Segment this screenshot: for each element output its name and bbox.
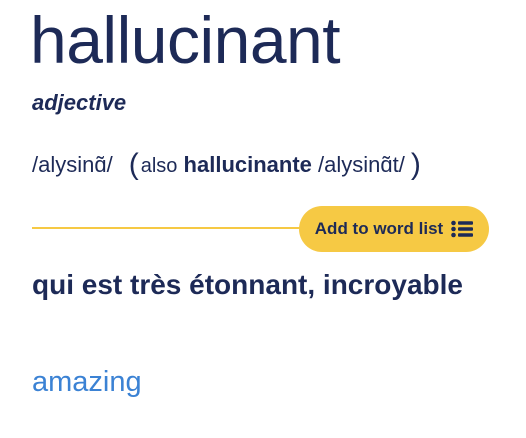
open-parenthesis: ( xyxy=(128,148,139,181)
add-to-word-list-label: Add to word list xyxy=(314,219,444,238)
also-label: also xyxy=(140,155,178,177)
definition: qui est très étonnant, incroyable xyxy=(32,269,463,300)
variant-pronunciation: /alysinɑ̃t/ xyxy=(318,152,405,177)
add-to-word-list-button[interactable]: Add to word list xyxy=(299,206,489,252)
pronunciation: /alysinɑ̃/ xyxy=(32,152,113,177)
headword: hallucinant xyxy=(30,3,341,77)
part-of-speech: adjective xyxy=(32,90,127,115)
divider xyxy=(32,227,308,229)
pronunciation-line: /alysinɑ̃/ (also hallucinante /alysinɑ̃t/… xyxy=(32,148,421,183)
list-icon xyxy=(451,220,474,238)
close-parenthesis: ) xyxy=(410,148,421,181)
translation-link[interactable]: amazing xyxy=(32,366,142,399)
variant-word: hallucinante xyxy=(183,152,312,177)
